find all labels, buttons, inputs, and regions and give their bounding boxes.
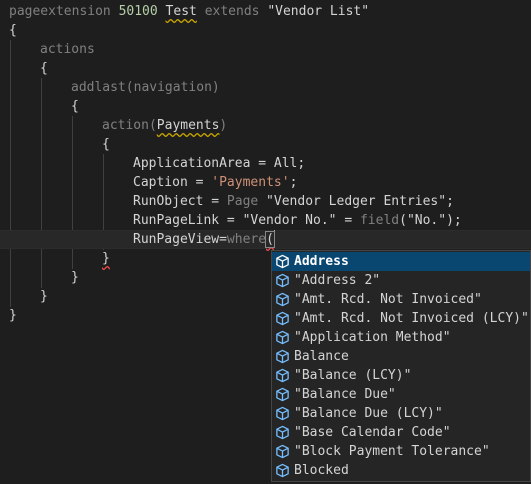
- method-arg: (navigation): [125, 80, 220, 95]
- semicolon: ;: [289, 175, 298, 190]
- suggestion-label: "Amt. Rcd. Not Invoiced (LCY)": [294, 311, 529, 326]
- suggestion-label: "Balance Due": [294, 387, 396, 402]
- field-icon: [275, 254, 290, 269]
- field-icon: [275, 311, 290, 326]
- brace: {: [9, 23, 17, 38]
- field-icon: [275, 463, 290, 478]
- code-line[interactable]: {: [0, 21, 531, 40]
- code-line[interactable]: addlast(navigation): [0, 78, 531, 97]
- code-line[interactable]: action(Payments): [0, 116, 531, 135]
- function-name: field: [359, 213, 400, 228]
- suggestion-item[interactable]: "Base Calendar Code": [272, 423, 530, 442]
- suggestion-label: Balance: [294, 349, 349, 364]
- suggestion-label: "Application Method": [294, 330, 451, 345]
- field-icon: [275, 406, 290, 421]
- field-icon: [275, 273, 290, 288]
- autocomplete-suggestions[interactable]: Address "Address 2" "Amt. Rcd. Not Invoice…: [271, 250, 531, 482]
- suggestion-item[interactable]: "Application Method": [272, 328, 530, 347]
- code-line[interactable]: actions: [0, 40, 531, 59]
- suggestion-item[interactable]: "Amt. Rcd. Not Invoiced (LCY)": [272, 309, 530, 328]
- suggestion-item[interactable]: Balance: [272, 347, 530, 366]
- suggestion-item[interactable]: Blocked: [272, 461, 530, 480]
- field-icon: [275, 349, 290, 364]
- code-line[interactable]: ApplicationArea = All;: [0, 154, 531, 173]
- brace: {: [102, 137, 110, 152]
- property: RunPageView=: [133, 232, 227, 247]
- code-line[interactable]: RunPageLink = "Vendor No." = field("No."…: [0, 211, 531, 230]
- brace: }: [9, 308, 17, 323]
- field-icon: [275, 292, 290, 307]
- suggestion-label: Blocked: [294, 463, 349, 478]
- property: Caption =: [133, 175, 212, 190]
- keyword: pageextension: [9, 4, 111, 19]
- brace: {: [40, 61, 48, 76]
- keyword: action: [102, 118, 149, 133]
- suggestion-label: Address: [294, 254, 349, 269]
- keyword: where: [226, 232, 267, 247]
- text-cursor: [273, 230, 275, 246]
- code-line[interactable]: {: [0, 135, 531, 154]
- property: RunObject =: [133, 194, 227, 209]
- brace: }: [71, 270, 79, 285]
- suggestion-item[interactable]: "Amt. Rcd. Not Invoiced": [272, 290, 530, 309]
- property-value: ("No.");: [399, 213, 462, 228]
- code-line[interactable]: Caption = 'Payments';: [0, 173, 531, 192]
- object-name: Test: [165, 4, 197, 19]
- suggestion-label: "Amt. Rcd. Not Invoiced": [294, 292, 482, 307]
- suggestion-label: "Balance Due (LCY)": [294, 406, 443, 421]
- keyword: Page: [226, 194, 259, 209]
- suggestion-item[interactable]: "Balance Due": [272, 385, 530, 404]
- suggestion-label: "Block Payment Tolerance": [294, 444, 490, 459]
- string-literal: 'Payments': [211, 175, 290, 190]
- keyword: extends: [204, 4, 260, 19]
- code-line[interactable]: pageextension 50100 Test extends "Vendor…: [0, 2, 531, 21]
- method-name: addlast: [71, 80, 126, 95]
- suggestion-item[interactable]: "Balance (LCY)": [272, 366, 530, 385]
- suggestion-item[interactable]: "Block Payment Tolerance": [272, 442, 530, 461]
- brace: }: [40, 289, 48, 304]
- action-name: Payments: [156, 118, 220, 133]
- field-icon: [275, 444, 290, 459]
- code-line[interactable]: RunObject = Page "Vendor Ledger Entries"…: [0, 192, 531, 211]
- paren: (: [148, 118, 157, 133]
- target-page: "Vendor List": [267, 4, 370, 19]
- code-line[interactable]: {: [0, 97, 531, 116]
- suggestion-item[interactable]: "Address 2": [272, 271, 530, 290]
- keyword: actions: [40, 42, 95, 57]
- field-icon: [275, 368, 290, 383]
- suggestion-label: "Address 2": [294, 273, 381, 288]
- object-id: 50100: [118, 4, 158, 19]
- property: ApplicationArea = All;: [133, 156, 306, 171]
- suggestion-label: "Base Calendar Code": [294, 425, 451, 440]
- field-icon: [275, 330, 290, 345]
- field-icon: [275, 387, 290, 402]
- property-value: "Vendor Ledger Entries";: [258, 194, 454, 209]
- suggestion-item[interactable]: Address: [272, 252, 530, 271]
- paren: ): [219, 118, 228, 133]
- open-paren: (: [265, 231, 275, 248]
- brace: }: [102, 251, 110, 266]
- suggestion-item[interactable]: "Balance Due (LCY)": [272, 404, 530, 423]
- brace: {: [71, 99, 79, 114]
- code-line[interactable]: {: [0, 59, 531, 78]
- suggestion-label: "Balance (LCY)": [294, 368, 412, 383]
- property: RunPageLink = "Vendor No." =: [133, 213, 360, 228]
- current-line[interactable]: RunPageView=where(: [0, 230, 531, 249]
- field-icon: [275, 425, 290, 440]
